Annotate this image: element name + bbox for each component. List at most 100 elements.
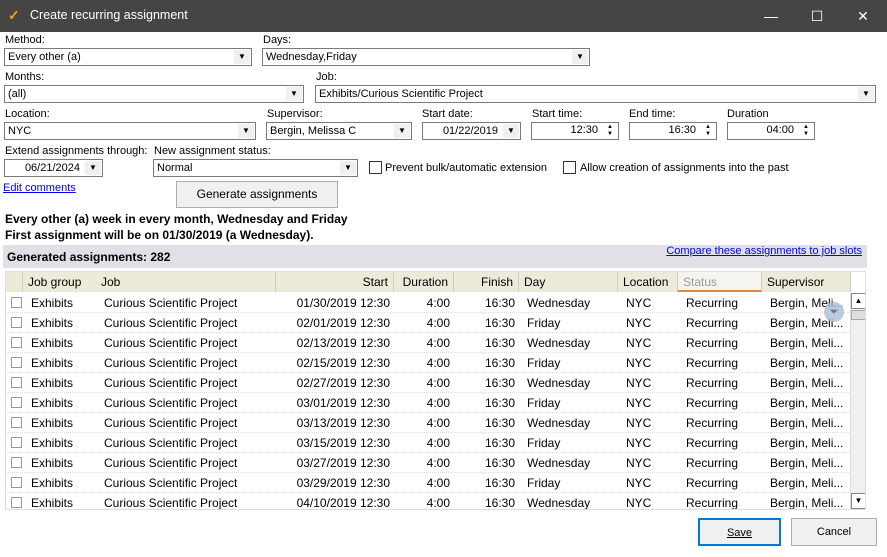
months-label: Months:	[5, 71, 45, 83]
months-select[interactable]: (all) ▼	[4, 85, 304, 103]
cell-location: NYC	[626, 496, 652, 510]
column-header-location[interactable]: Location	[618, 272, 678, 292]
filter-icon[interactable]: ⏷	[824, 302, 844, 322]
save-button[interactable]: Save	[698, 518, 781, 546]
cell-status: Recurring	[686, 356, 739, 370]
end-time-input[interactable]: 16:30 ▲ ▼	[629, 122, 717, 140]
cell-start: 03/13/2019 12:30	[296, 416, 390, 430]
edit-comments-link[interactable]: Edit comments	[3, 182, 76, 194]
row-checkbox[interactable]	[11, 297, 22, 308]
cell-job: Curious Scientific Project	[104, 296, 238, 310]
maximize-button[interactable]: ☐	[794, 0, 840, 32]
table-row[interactable]: Exhibits Curious Scientific Project 03/13/…	[6, 413, 851, 433]
row-checkbox[interactable]	[11, 377, 22, 388]
row-checkbox[interactable]	[11, 457, 22, 468]
cell-day: Wednesday	[527, 456, 591, 470]
cell-job: Curious Scientific Project	[104, 436, 238, 450]
table-row[interactable]: Exhibits Curious Scientific Project 02/01/…	[6, 313, 851, 333]
cell-job-group: Exhibits	[31, 396, 74, 410]
close-button[interactable]: ✕	[840, 0, 886, 32]
chevron-down-icon: ▼	[234, 50, 250, 64]
start-date-picker[interactable]: 01/22/2019 ▼	[422, 122, 521, 140]
allow-past-label: Allow creation of assignments into the p…	[580, 162, 789, 174]
days-select[interactable]: Wednesday,Friday ▼	[262, 48, 590, 66]
cell-job-group: Exhibits	[31, 316, 74, 330]
table-row[interactable]: Exhibits Curious Scientific Project 04/10/…	[6, 493, 851, 510]
generate-assignments-button[interactable]: Generate assignments	[176, 181, 338, 208]
start-date-value: 01/22/2019	[442, 125, 498, 137]
row-checkbox[interactable]	[11, 477, 22, 488]
table-row[interactable]: Exhibits Curious Scientific Project 01/30/…	[6, 293, 851, 313]
chevron-down-icon: ▼	[572, 50, 588, 64]
cell-job-group: Exhibits	[31, 436, 74, 450]
summary-line-1: Every other (a) week in every month, Wed…	[5, 212, 348, 226]
status-label: New assignment status:	[154, 145, 271, 157]
duration-input[interactable]: 04:00 ▲ ▼	[727, 122, 815, 140]
table-row[interactable]: Exhibits Curious Scientific Project 02/27/…	[6, 373, 851, 393]
column-header-start[interactable]: Start	[276, 272, 394, 292]
cell-job-group: Exhibits	[31, 476, 74, 490]
cell-duration: 4:00	[426, 376, 450, 390]
cell-duration: 4:00	[426, 356, 450, 370]
cell-start: 01/30/2019 12:30	[296, 296, 390, 310]
job-label: Job:	[316, 71, 337, 83]
cell-status: Recurring	[686, 396, 739, 410]
allow-past-checkbox[interactable]	[563, 161, 576, 174]
method-select[interactable]: Every other (a) ▼	[4, 48, 252, 66]
table-row[interactable]: Exhibits Curious Scientific Project 03/27/…	[6, 453, 851, 473]
table-row[interactable]: Exhibits Curious Scientific Project 02/13/…	[6, 333, 851, 353]
cell-supervisor: Bergin, Meli...	[770, 336, 844, 350]
vertical-scrollbar[interactable]: ▲ ▼	[850, 293, 865, 509]
column-header-finish[interactable]: Finish	[454, 272, 519, 292]
column-header-select	[6, 272, 23, 292]
spinner-icon[interactable]: ▲ ▼	[604, 124, 616, 138]
column-header-supervisor[interactable]: Supervisor	[762, 272, 851, 292]
cell-job: Curious Scientific Project	[104, 316, 238, 330]
column-header-job[interactable]: Job	[96, 272, 276, 292]
compare-job-slots-link[interactable]: Compare these assignments to job slots	[666, 245, 862, 257]
table-row[interactable]: Exhibits Curious Scientific Project 03/29/…	[6, 473, 851, 493]
cell-supervisor: Bergin, Meli...	[770, 376, 844, 390]
minimize-button[interactable]: —	[748, 0, 794, 32]
end-time-label: End time:	[629, 108, 676, 120]
column-header-duration[interactable]: Duration	[394, 272, 454, 292]
days-label: Days:	[263, 34, 292, 46]
start-time-input[interactable]: 12:30 ▲ ▼	[531, 122, 619, 140]
cell-finish: 16:30	[484, 376, 515, 390]
cell-job-group: Exhibits	[31, 296, 74, 310]
scroll-thumb[interactable]	[851, 310, 865, 320]
spinner-icon[interactable]: ▲ ▼	[702, 124, 714, 138]
cancel-button[interactable]: Cancel	[791, 518, 877, 546]
cell-day: Friday	[527, 396, 561, 410]
scroll-up-icon[interactable]: ▲	[851, 293, 865, 309]
column-header-day[interactable]: Day	[519, 272, 618, 292]
cell-day: Friday	[527, 316, 561, 330]
column-header-job-group[interactable]: Job group	[23, 272, 101, 292]
row-checkbox[interactable]	[11, 317, 22, 328]
cell-job: Curious Scientific Project	[104, 356, 238, 370]
row-checkbox[interactable]	[11, 497, 22, 508]
table-row[interactable]: Exhibits Curious Scientific Project 03/01/…	[6, 393, 851, 413]
prevent-extension-checkbox[interactable]	[369, 161, 382, 174]
cell-duration: 4:00	[426, 476, 450, 490]
row-checkbox[interactable]	[11, 437, 22, 448]
location-select[interactable]: NYC ▼	[4, 122, 256, 140]
supervisor-select[interactable]: Bergin, Melissa C ▼	[266, 122, 412, 140]
cell-location: NYC	[626, 396, 652, 410]
cell-location: NYC	[626, 296, 652, 310]
extend-date-picker[interactable]: 06/21/2024 ▼	[4, 159, 103, 177]
job-select[interactable]: Exhibits/Curious Scientific Project ▼	[315, 85, 876, 103]
spinner-icon[interactable]: ▲ ▼	[800, 124, 812, 138]
cell-job-group: Exhibits	[31, 456, 74, 470]
cell-job: Curious Scientific Project	[104, 396, 238, 410]
row-checkbox[interactable]	[11, 417, 22, 428]
scroll-down-icon[interactable]: ▼	[851, 493, 865, 509]
column-header-status[interactable]: Status	[678, 272, 762, 292]
table-row[interactable]: Exhibits Curious Scientific Project 03/15/…	[6, 433, 851, 453]
cell-duration: 4:00	[426, 416, 450, 430]
status-select[interactable]: Normal ▼	[153, 159, 358, 177]
row-checkbox[interactable]	[11, 397, 22, 408]
row-checkbox[interactable]	[11, 337, 22, 348]
row-checkbox[interactable]	[11, 357, 22, 368]
table-row[interactable]: Exhibits Curious Scientific Project 02/15/…	[6, 353, 851, 373]
